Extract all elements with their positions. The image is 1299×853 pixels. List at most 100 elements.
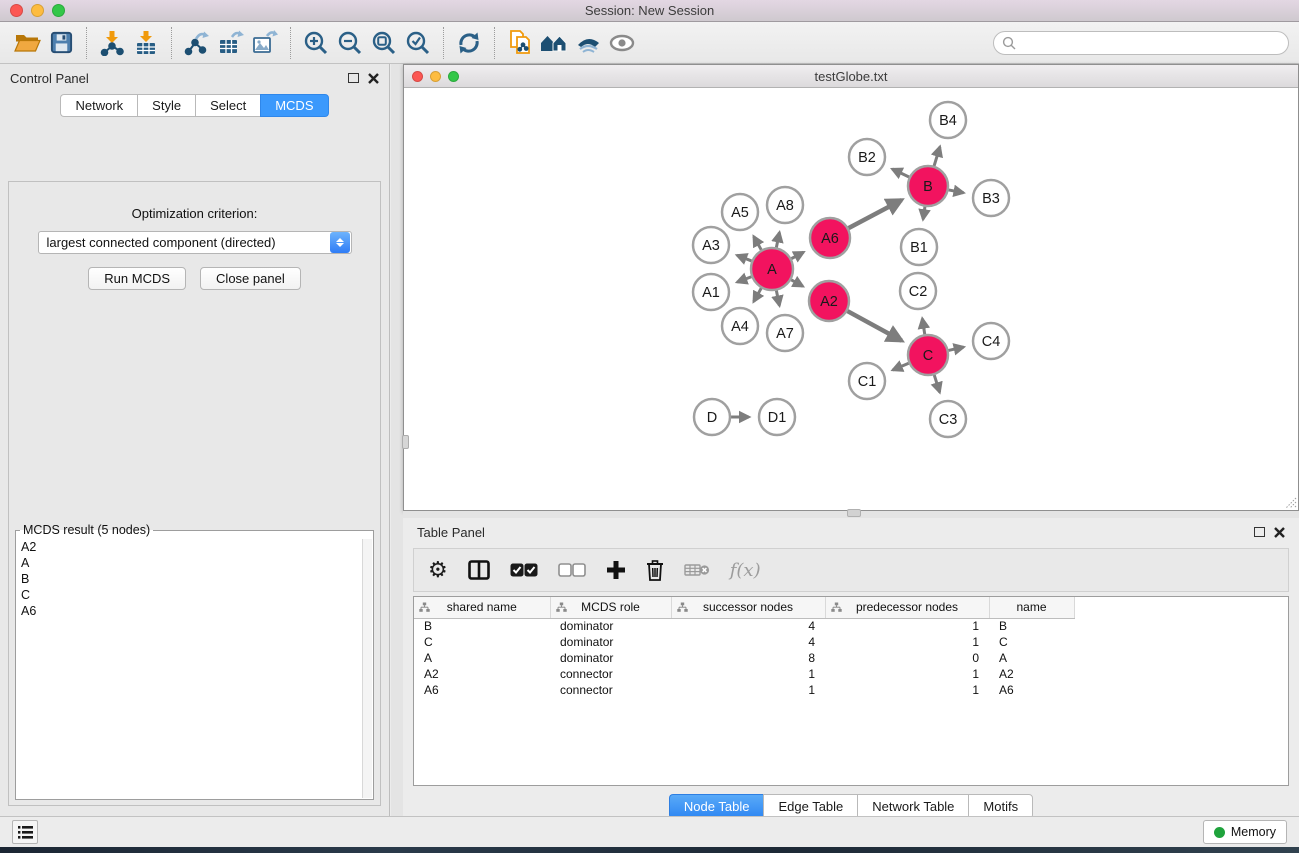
- float-panel-icon[interactable]: [348, 73, 359, 83]
- export-network-icon[interactable]: [180, 26, 214, 60]
- cell[interactable]: A6: [414, 682, 550, 698]
- cell[interactable]: 1: [825, 634, 989, 650]
- cell[interactable]: 1: [825, 666, 989, 682]
- cell[interactable]: C: [414, 634, 550, 650]
- first-neighbors-icon[interactable]: [537, 26, 571, 60]
- tab-style[interactable]: Style: [137, 94, 195, 117]
- cell[interactable]: 0: [825, 650, 989, 666]
- function-builder-icon[interactable]: f(x): [730, 555, 761, 585]
- memory-button[interactable]: Memory: [1203, 820, 1287, 844]
- cell[interactable]: A2: [414, 666, 550, 682]
- import-network-icon[interactable]: [95, 26, 129, 60]
- cell[interactable]: 8: [671, 650, 825, 666]
- tab-network[interactable]: Network: [60, 94, 137, 117]
- network-minimize-button[interactable]: [430, 71, 441, 82]
- node-table[interactable]: shared nameMCDS rolesuccessor nodesprede…: [413, 596, 1289, 786]
- zoom-window-button[interactable]: [52, 4, 65, 17]
- splitter-handle[interactable]: [847, 509, 861, 517]
- show-column-icon[interactable]: [468, 555, 490, 585]
- tab-select[interactable]: Select: [195, 94, 260, 117]
- column-header-successor-nodes[interactable]: successor nodes: [671, 597, 825, 618]
- zoom-selected-icon[interactable]: [401, 26, 435, 60]
- cell[interactable]: 1: [671, 666, 825, 682]
- export-table-icon[interactable]: [214, 26, 248, 60]
- table-row[interactable]: Bdominator41B: [414, 618, 1074, 634]
- show-all-icon[interactable]: [605, 26, 639, 60]
- network-graph[interactable]: B4B2BB3A8A5A6A3B1AC2A1A2A4A7C4CC1C3DD1: [404, 88, 1298, 510]
- create-column-icon[interactable]: [606, 555, 626, 585]
- delete-table-icon[interactable]: [684, 555, 710, 585]
- open-session-icon[interactable]: [10, 26, 44, 60]
- minimize-window-button[interactable]: [31, 4, 44, 17]
- task-history-button[interactable]: [12, 820, 38, 844]
- run-mcds-button[interactable]: Run MCDS: [88, 267, 186, 290]
- search-box[interactable]: [993, 31, 1289, 55]
- table-row[interactable]: Adominator80A: [414, 650, 1074, 666]
- column-header-predecessor-nodes[interactable]: predecessor nodes: [825, 597, 989, 618]
- edge-B-B4[interactable]: [934, 147, 940, 166]
- search-input[interactable]: [1021, 36, 1280, 50]
- cell[interactable]: B: [989, 618, 1074, 634]
- network-zoom-button[interactable]: [448, 71, 459, 82]
- cell[interactable]: A6: [989, 682, 1074, 698]
- cell[interactable]: A: [414, 650, 550, 666]
- edge-C-C3[interactable]: [934, 375, 939, 392]
- edge-A-A4[interactable]: [754, 288, 762, 301]
- cell[interactable]: 1: [825, 618, 989, 634]
- result-item[interactable]: B: [17, 571, 361, 587]
- cell[interactable]: 1: [671, 682, 825, 698]
- refresh-icon[interactable]: [452, 26, 486, 60]
- edge-B-B2[interactable]: [892, 169, 909, 177]
- edge-A-A8[interactable]: [776, 232, 779, 247]
- cell[interactable]: 1: [825, 682, 989, 698]
- edge-A-A2[interactable]: [791, 280, 803, 287]
- cell[interactable]: 4: [671, 634, 825, 650]
- edge-C-C1[interactable]: [893, 363, 909, 370]
- network-close-button[interactable]: [412, 71, 423, 82]
- edge-A-A5[interactable]: [754, 236, 762, 249]
- result-item[interactable]: A6: [17, 603, 361, 619]
- network-window-controls[interactable]: [412, 71, 459, 82]
- panel-splitter-handle[interactable]: [402, 435, 409, 449]
- optimization-criterion-dropdown[interactable]: largest connected component (directed): [38, 231, 352, 254]
- cell[interactable]: A2: [989, 666, 1074, 682]
- close-window-button[interactable]: [10, 4, 23, 17]
- horizontal-splitter[interactable]: [403, 511, 1299, 518]
- close-panel-button[interactable]: Close panel: [200, 267, 301, 290]
- network-view-window[interactable]: testGlobe.txt B4B2BB3A8A5A6A3B1AC2A1A2A4…: [403, 64, 1299, 511]
- result-item[interactable]: A2: [17, 539, 361, 555]
- cell[interactable]: connector: [550, 682, 671, 698]
- mcds-result-list[interactable]: A2ABCA6: [17, 539, 361, 798]
- edge-A-A7[interactable]: [776, 291, 779, 306]
- edge-A-A3[interactable]: [737, 255, 751, 261]
- window-controls[interactable]: [10, 4, 65, 17]
- table-options-gear-icon[interactable]: ⚙: [428, 555, 448, 585]
- edge-A-A6[interactable]: [791, 252, 803, 258]
- edge-B-B1[interactable]: [923, 207, 925, 220]
- cell[interactable]: A: [989, 650, 1074, 666]
- float-table-panel-icon[interactable]: [1254, 527, 1265, 537]
- edge-A2-C[interactable]: [847, 311, 901, 341]
- table-row[interactable]: A6connector11A6: [414, 682, 1074, 698]
- duplicate-network-icon[interactable]: [503, 26, 537, 60]
- zoom-out-icon[interactable]: [333, 26, 367, 60]
- close-panel-icon[interactable]: [368, 73, 379, 84]
- table-row[interactable]: A2connector11A2: [414, 666, 1074, 682]
- column-header-MCDS-role[interactable]: MCDS role: [550, 597, 671, 618]
- edge-B-B3[interactable]: [949, 190, 964, 193]
- result-item[interactable]: A: [17, 555, 361, 571]
- cell[interactable]: B: [414, 618, 550, 634]
- zoom-fit-icon[interactable]: [367, 26, 401, 60]
- edge-A-A1[interactable]: [737, 277, 751, 282]
- edge-C-C2[interactable]: [922, 319, 924, 335]
- save-session-icon[interactable]: [44, 26, 78, 60]
- select-all-columns-icon[interactable]: [510, 555, 538, 585]
- cell[interactable]: 4: [671, 618, 825, 634]
- edge-C-C4[interactable]: [948, 347, 963, 350]
- table-row[interactable]: Cdominator41C: [414, 634, 1074, 650]
- cell[interactable]: connector: [550, 666, 671, 682]
- import-table-icon[interactable]: [129, 26, 163, 60]
- cell[interactable]: dominator: [550, 634, 671, 650]
- unselect-all-columns-icon[interactable]: [558, 555, 586, 585]
- delete-column-icon[interactable]: [646, 555, 664, 585]
